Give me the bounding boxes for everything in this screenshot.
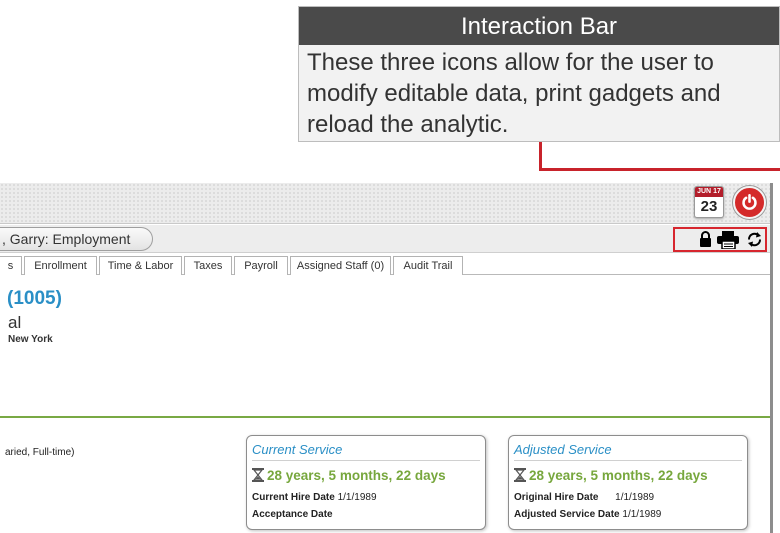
card-row: Original Hire Date 1/1/1989 bbox=[514, 492, 655, 503]
printer-icon[interactable] bbox=[716, 231, 741, 254]
interaction-bar-callout: Interaction Bar These three icons allow … bbox=[298, 6, 780, 142]
employee-type: al bbox=[8, 313, 22, 332]
page-title: , Garry: Employment bbox=[0, 227, 153, 251]
adjusted-service-card: Adjusted Service 28 years, 5 months, 22 … bbox=[508, 435, 748, 530]
calendar-month: JUN bbox=[697, 188, 712, 195]
tab-enrollment[interactable]: Enrollment bbox=[24, 256, 97, 275]
tab-assigned-staff[interactable]: Assigned Staff (0) bbox=[290, 256, 391, 275]
calendar-day: 23 bbox=[700, 198, 718, 215]
employee-classification: aried, Full-time) bbox=[5, 447, 75, 458]
section-divider bbox=[0, 416, 770, 418]
hourglass-icon bbox=[252, 468, 264, 482]
hourglass-icon bbox=[514, 468, 526, 482]
power-icon[interactable] bbox=[733, 186, 766, 219]
card-divider bbox=[514, 460, 742, 461]
calendar-icon[interactable]: JUN 17 23 bbox=[694, 186, 724, 218]
callout-leader-line-horizontal bbox=[539, 168, 780, 171]
current-service-card: Current Service 28 years, 5 months, 22 d… bbox=[246, 435, 486, 530]
employee-location: New York bbox=[8, 334, 53, 345]
card-title: Adjusted Service bbox=[514, 442, 612, 457]
calendar-extra: 17 bbox=[713, 188, 721, 195]
tab-partial[interactable]: s bbox=[0, 256, 22, 275]
reload-icon[interactable] bbox=[746, 231, 763, 253]
callout-description: These three icons allow for the user to … bbox=[307, 49, 721, 138]
card-row: Acceptance Date bbox=[252, 509, 333, 520]
callout-title: Interaction Bar bbox=[299, 7, 779, 45]
tab-payroll[interactable]: Payroll bbox=[234, 256, 288, 275]
employee-id: (1005) bbox=[7, 288, 62, 309]
callout-leader-line bbox=[539, 142, 542, 171]
card-row: Current Hire Date 1/1/1989 bbox=[252, 492, 377, 503]
app-top-bar bbox=[0, 183, 770, 224]
card-title: Current Service bbox=[252, 442, 343, 457]
card-divider bbox=[252, 460, 480, 461]
tab-audit-trail[interactable]: Audit Trail bbox=[393, 256, 463, 275]
service-duration: 28 years, 5 months, 22 days bbox=[514, 468, 708, 483]
tab-taxes[interactable]: Taxes bbox=[184, 256, 232, 275]
card-row: Adjusted Service Date 1/1/1989 bbox=[514, 509, 662, 520]
tab-time-labor[interactable]: Time & Labor bbox=[99, 256, 182, 275]
vertical-scrollbar[interactable] bbox=[770, 183, 773, 533]
service-duration: 28 years, 5 months, 22 days bbox=[252, 468, 446, 483]
power-symbol-icon bbox=[742, 194, 757, 210]
lock-icon[interactable] bbox=[699, 231, 712, 253]
interaction-bar bbox=[673, 227, 767, 252]
